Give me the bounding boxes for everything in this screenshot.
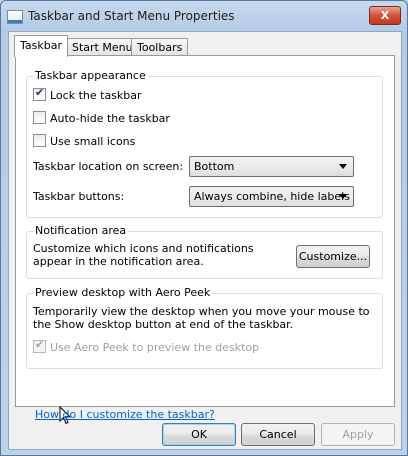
lock-taskbar-label: Lock the taskbar bbox=[50, 89, 142, 102]
buttons-label: Taskbar buttons: bbox=[33, 190, 125, 203]
ok-button[interactable]: OK bbox=[162, 423, 236, 446]
location-label: Taskbar location on screen: bbox=[33, 160, 184, 173]
cancel-button[interactable]: Cancel bbox=[241, 423, 315, 446]
checkbox-unchecked-icon[interactable] bbox=[33, 134, 46, 147]
auto-hide-label: Auto-hide the taskbar bbox=[50, 112, 170, 125]
dialog-client-area: Taskbar Start Menu Toolbars Taskbar appe… bbox=[8, 31, 402, 450]
lock-taskbar-checkbox[interactable]: Lock the taskbar bbox=[33, 86, 142, 102]
group-legend-appearance: Taskbar appearance bbox=[33, 69, 148, 82]
taskbar-buttons-dropdown[interactable]: Always combine, hide labels bbox=[189, 186, 354, 207]
help-link[interactable]: How do I customize the taskbar? bbox=[35, 408, 215, 421]
location-dropdown[interactable]: Bottom bbox=[189, 156, 354, 177]
tab-toolbars[interactable]: Toolbars bbox=[131, 38, 189, 56]
customize-button[interactable]: Customize... bbox=[296, 245, 370, 268]
notification-description: Customize which icons and notifications … bbox=[33, 242, 254, 268]
group-aero-peek: Preview desktop with Aero Peek Temporari… bbox=[26, 286, 383, 369]
group-taskbar-appearance: Taskbar appearance Lock the taskbar Auto… bbox=[26, 69, 383, 218]
group-notification-area: Notification area Customize which icons … bbox=[26, 224, 383, 279]
dropdown-arrow-icon bbox=[339, 164, 347, 169]
aero-peek-description: Temporarily view the desktop when you mo… bbox=[33, 305, 370, 331]
dropdown-arrow-icon bbox=[339, 194, 347, 199]
apply-button[interactable]: Apply bbox=[321, 423, 395, 446]
window-title: Taskbar and Start Menu Properties bbox=[28, 9, 235, 23]
group-legend-notification: Notification area bbox=[33, 224, 129, 237]
group-legend-aero-peek: Preview desktop with Aero Peek bbox=[33, 286, 213, 299]
tab-panel-taskbar: Taskbar appearance Lock the taskbar Auto… bbox=[15, 55, 395, 425]
title-bar[interactable]: Taskbar and Start Menu Properties X bbox=[1, 1, 407, 31]
dialog-window: Taskbar and Start Menu Properties X Task… bbox=[0, 0, 408, 456]
aero-peek-checkbox[interactable]: Use Aero Peek to preview the desktop bbox=[33, 338, 260, 354]
taskbar-buttons-value: Always combine, hide labels bbox=[194, 190, 350, 203]
small-icons-checkbox[interactable]: Use small icons bbox=[33, 134, 135, 148]
small-icons-label: Use small icons bbox=[50, 135, 136, 148]
tab-taskbar[interactable]: Taskbar bbox=[14, 35, 68, 57]
tab-start-menu[interactable]: Start Menu bbox=[66, 38, 139, 56]
checkbox-checked-icon[interactable] bbox=[33, 86, 46, 101]
taskbar-properties-icon bbox=[7, 10, 23, 24]
aero-peek-label: Use Aero Peek to preview the desktop bbox=[50, 341, 260, 354]
close-button[interactable]: X bbox=[369, 6, 401, 25]
location-value: Bottom bbox=[194, 160, 235, 173]
checkbox-checked-disabled-icon[interactable] bbox=[33, 338, 46, 353]
auto-hide-checkbox[interactable]: Auto-hide the taskbar bbox=[33, 111, 170, 125]
checkbox-unchecked-icon[interactable] bbox=[33, 111, 46, 124]
